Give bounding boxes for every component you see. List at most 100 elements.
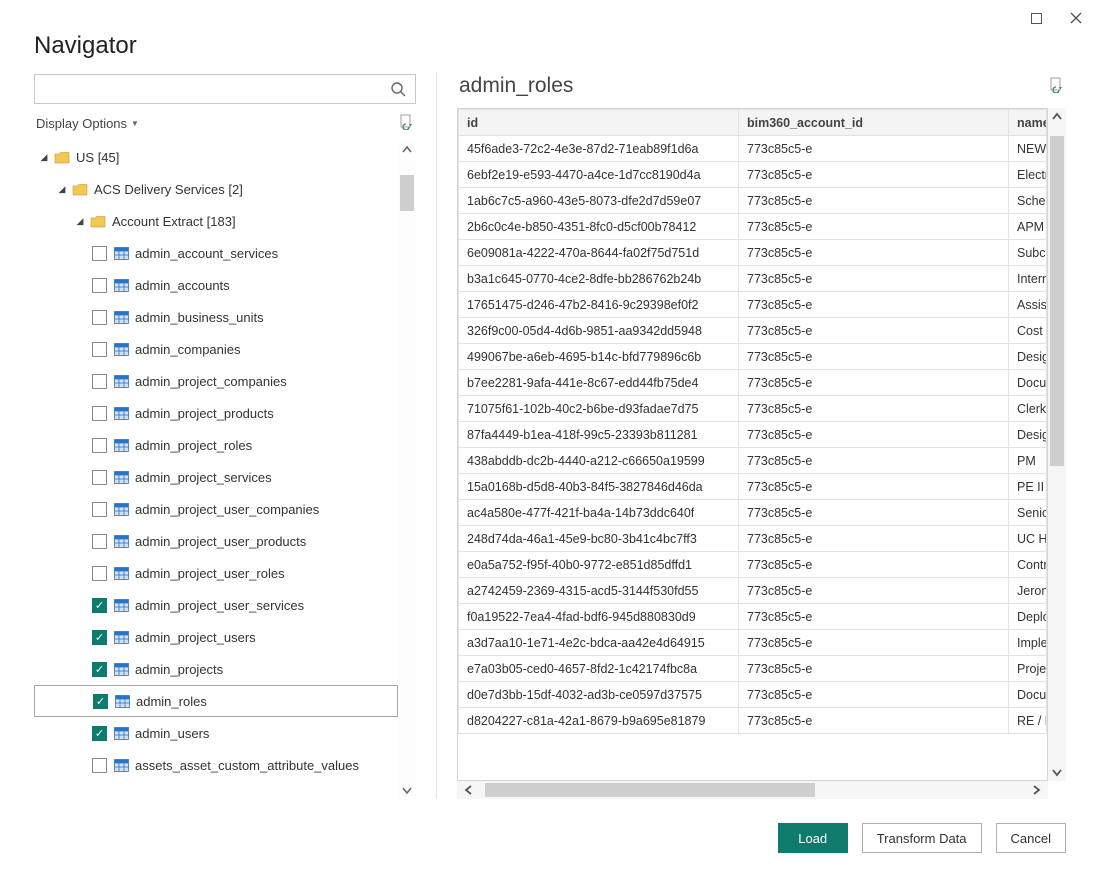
scroll-down-icon[interactable] — [1048, 763, 1066, 781]
table-cell: 773c85c5-e — [739, 188, 1009, 214]
scrollbar-thumb[interactable] — [400, 175, 414, 211]
tree-item[interactable]: admin_account_services — [34, 237, 398, 269]
table-cell: Contra — [1009, 552, 1047, 578]
checkbox[interactable] — [92, 758, 107, 773]
checkbox[interactable]: ✓ — [92, 630, 107, 645]
tree-item[interactable]: admin_project_services — [34, 461, 398, 493]
tree-item[interactable]: ✓admin_roles — [34, 685, 398, 717]
tree-item[interactable]: admin_project_products — [34, 397, 398, 429]
table-cell: 326f9c00-05d4-4d6b-9851-aa9342dd5948 — [459, 318, 739, 344]
checkbox[interactable]: ✓ — [92, 726, 107, 741]
tree-item[interactable]: ✓admin_project_users — [34, 621, 398, 653]
cancel-button[interactable]: Cancel — [996, 823, 1066, 853]
scroll-right-icon[interactable] — [1024, 781, 1048, 799]
tree-item[interactable]: admin_project_user_companies — [34, 493, 398, 525]
column-header-account[interactable]: bim360_account_id — [739, 110, 1009, 136]
table-row[interactable]: 6ebf2e19-e593-4470-a4ce-1d7cc8190d4a773c… — [459, 162, 1047, 188]
tree-item[interactable]: ✓admin_projects — [34, 653, 398, 685]
checkbox[interactable]: ✓ — [92, 662, 107, 677]
table-row[interactable]: ac4a580e-477f-421f-ba4a-14b73ddc640f773c… — [459, 500, 1047, 526]
load-button[interactable]: Load — [778, 823, 848, 853]
table-row[interactable]: 45f6ade3-72c2-4e3e-87d2-71eab89f1d6a773c… — [459, 136, 1047, 162]
table-cell: b7ee2281-9afa-441e-8c67-edd44fb75de4 — [459, 370, 739, 396]
display-options-dropdown[interactable]: Display Options ▼ — [36, 116, 139, 131]
tree-item[interactable]: admin_business_units — [34, 301, 398, 333]
collapse-icon[interactable]: ◢ — [38, 152, 50, 163]
tree-folder-acs[interactable]: ◢ ACS Delivery Services [2] — [34, 173, 398, 205]
table-row[interactable]: e7a03b05-ced0-4657-8fd2-1c42174fbc8a773c… — [459, 656, 1047, 682]
table-row[interactable]: b3a1c645-0770-4ce2-8dfe-bb286762b24b773c… — [459, 266, 1047, 292]
data-grid[interactable]: id bim360_account_id name 45f6ade3-72c2-… — [457, 108, 1048, 781]
checkbox[interactable] — [92, 278, 107, 293]
table-row[interactable]: 17651475-d246-47b2-8416-9c29398ef0f2773c… — [459, 292, 1047, 318]
table-row[interactable]: 438abddb-dc2b-4440-a212-c66650a19599773c… — [459, 448, 1047, 474]
navigation-tree[interactable]: ◢ US [45] ◢ ACS Delivery Services [2] — [34, 141, 398, 799]
table-row[interactable]: d8204227-c81a-42a1-8679-b9a695e81879773c… — [459, 708, 1047, 734]
scroll-up-icon[interactable] — [398, 141, 416, 159]
table-cell: a2742459-2369-4315-acd5-3144f530fd55 — [459, 578, 739, 604]
table-row[interactable]: 248d74da-46a1-45e9-bc80-3b41c4bc7ff3773c… — [459, 526, 1047, 552]
search-input[interactable] — [35, 75, 381, 103]
checkbox[interactable] — [92, 566, 107, 581]
tree-label: US — [76, 150, 94, 165]
search-field[interactable] — [34, 74, 416, 104]
table-row[interactable]: f0a19522-7ea4-4fad-bdf6-945d880830d9773c… — [459, 604, 1047, 630]
checkbox[interactable]: ✓ — [93, 694, 108, 709]
maximize-button[interactable] — [1022, 8, 1050, 28]
tree-item[interactable]: assets_asset_custom_attribute_values — [34, 749, 398, 781]
tree-item-label: admin_project_user_services — [135, 598, 304, 613]
tree-item[interactable]: admin_project_roles — [34, 429, 398, 461]
grid-vertical-scrollbar[interactable] — [1048, 108, 1066, 781]
checkbox[interactable] — [92, 342, 107, 357]
scrollbar-thumb[interactable] — [1050, 136, 1064, 466]
grid-horizontal-scrollbar[interactable] — [457, 781, 1048, 799]
table-row[interactable]: b7ee2281-9afa-441e-8c67-edd44fb75de4773c… — [459, 370, 1047, 396]
collapse-icon[interactable]: ◢ — [56, 184, 68, 195]
table-row[interactable]: a3d7aa10-1e71-4e2c-bdca-aa42e4d64915773c… — [459, 630, 1047, 656]
checkbox[interactable]: ✓ — [92, 598, 107, 613]
tree-folder-account-extract[interactable]: ◢ Account Extract [183] — [34, 205, 398, 237]
search-icon[interactable] — [381, 75, 415, 103]
scroll-left-icon[interactable] — [457, 781, 481, 799]
table-row[interactable]: 1ab6c7c5-a960-43e5-8073-dfe2d7d59e07773c… — [459, 188, 1047, 214]
table-row[interactable]: e0a5a752-f95f-40b0-9772-e851d85dffd1773c… — [459, 552, 1047, 578]
checkbox[interactable] — [92, 534, 107, 549]
table-cell: Electri — [1009, 162, 1047, 188]
transform-data-button[interactable]: Transform Data — [862, 823, 982, 853]
table-row[interactable]: 2b6c0c4e-b850-4351-8fc0-d5cf00b78412773c… — [459, 214, 1047, 240]
checkbox[interactable] — [92, 470, 107, 485]
tree-item[interactable]: admin_accounts — [34, 269, 398, 301]
tree-item[interactable]: admin_project_companies — [34, 365, 398, 397]
table-row[interactable]: a2742459-2369-4315-acd5-3144f530fd55773c… — [459, 578, 1047, 604]
tree-scrollbar[interactable] — [398, 141, 416, 799]
refresh-preview-icon[interactable] — [1049, 77, 1064, 96]
scrollbar-thumb[interactable] — [485, 783, 815, 797]
tree-item[interactable]: admin_project_user_products — [34, 525, 398, 557]
tree-folder-us[interactable]: ◢ US [45] — [34, 141, 398, 173]
table-row[interactable]: d0e7d3bb-15df-4032-ad3b-ce0597d37575773c… — [459, 682, 1047, 708]
close-button[interactable] — [1062, 8, 1090, 28]
tree-item[interactable]: ✓ admin_project_user_services — [34, 589, 398, 621]
table-row[interactable]: 6e09081a-4222-470a-8644-fa02f75d751d773c… — [459, 240, 1047, 266]
tree-item[interactable]: ✓admin_users — [34, 717, 398, 749]
collapse-icon[interactable]: ◢ — [74, 216, 86, 227]
checkbox[interactable] — [92, 406, 107, 421]
table-row[interactable]: 71075f61-102b-40c2-b6be-d93fadae7d75773c… — [459, 396, 1047, 422]
column-header-name[interactable]: name — [1009, 110, 1047, 136]
scroll-down-icon[interactable] — [398, 781, 416, 799]
checkbox[interactable] — [92, 246, 107, 261]
checkbox[interactable] — [92, 502, 107, 517]
checkbox[interactable] — [92, 374, 107, 389]
table-row[interactable]: 326f9c00-05d4-4d6b-9851-aa9342dd5948773c… — [459, 318, 1047, 344]
scroll-up-icon[interactable] — [1048, 108, 1066, 126]
table-row[interactable]: 15a0168b-d5d8-40b3-84f5-3827846d46da773c… — [459, 474, 1047, 500]
tree-item[interactable]: admin_companies — [34, 333, 398, 365]
table-row[interactable]: 87fa4449-b1ea-418f-99c5-23393b811281773c… — [459, 422, 1047, 448]
table-row[interactable]: 499067be-a6eb-4695-b14c-bfd779896c6b773c… — [459, 344, 1047, 370]
refresh-icon[interactable] — [399, 114, 414, 133]
checkbox[interactable] — [92, 438, 107, 453]
tree-item[interactable]: admin_project_user_roles — [34, 557, 398, 589]
table-icon — [113, 534, 129, 548]
column-header-id[interactable]: id — [459, 110, 739, 136]
checkbox[interactable] — [92, 310, 107, 325]
